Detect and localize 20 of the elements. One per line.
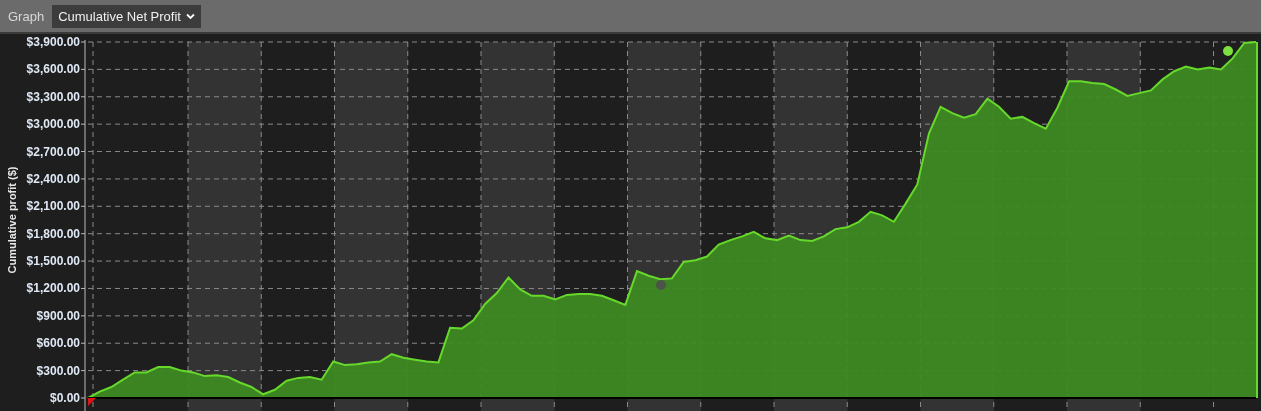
y-tick-label: $3,600.00 — [26, 62, 80, 77]
dot-marker — [656, 280, 666, 290]
y-tick-label: $300.00 — [36, 363, 80, 378]
y-tick-label: $600.00 — [36, 336, 80, 351]
y-tick-label: $3,900.00 — [26, 35, 80, 49]
caret-icon — [185, 12, 195, 20]
y-tick-label: $0.00 — [49, 391, 80, 405]
y-tick-label: $3,000.00 — [26, 117, 80, 132]
y-axis-title: Cumulative profit ($) — [6, 166, 18, 274]
y-tick-label: $1,800.00 — [26, 226, 80, 241]
y-tick-label: $3,300.00 — [26, 89, 80, 104]
dot-marker — [1223, 46, 1233, 56]
y-tick-label: $2,700.00 — [26, 144, 80, 159]
graph-select[interactable]: Cumulative Net Profit — [52, 4, 201, 28]
graph-label: Graph — [8, 8, 45, 24]
y-tick-label: $2,100.00 — [26, 199, 80, 214]
y-tick-label: $1,200.00 — [26, 281, 80, 296]
y-tick-label: $1,500.00 — [26, 254, 80, 269]
y-tick-label: $900.00 — [36, 308, 80, 323]
y-tick-label: $2,400.00 — [26, 171, 80, 186]
